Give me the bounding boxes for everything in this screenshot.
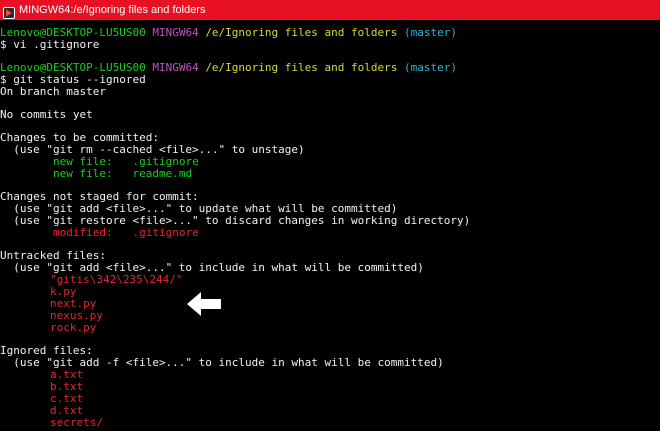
prompt-path: /e/Ignoring files and folders bbox=[205, 61, 398, 74]
untracked-file: rock.py bbox=[50, 321, 97, 334]
left-arrow-icon bbox=[187, 292, 223, 316]
title-bar[interactable]: MINGW64:/e/Ignoring files and folders bbox=[0, 0, 660, 20]
prompt-path: /e/Ignoring files and folders bbox=[205, 26, 398, 39]
command-line: $ vi .gitignore bbox=[0, 38, 100, 51]
window-title: MINGW64:/e/Ignoring files and folders bbox=[19, 4, 206, 16]
modified-file: modified: .gitignore bbox=[52, 226, 199, 239]
git-bash-icon bbox=[3, 4, 15, 19]
prompt-branch: (master) bbox=[404, 61, 457, 74]
prompt-shell: MINGW64 bbox=[152, 26, 199, 39]
ignored-file: secrets/ bbox=[50, 416, 103, 429]
prompt-branch: (master) bbox=[404, 26, 457, 39]
terminal-output[interactable]: Lenovo@DESKTOP-LU5US00 MINGW64 /e/Ignori… bbox=[0, 21, 660, 431]
branch-info: On branch master bbox=[0, 85, 106, 98]
staged-file: new file: readme.md bbox=[52, 167, 193, 180]
prompt-shell: MINGW64 bbox=[152, 61, 199, 74]
no-commits-text: No commits yet bbox=[0, 108, 93, 121]
